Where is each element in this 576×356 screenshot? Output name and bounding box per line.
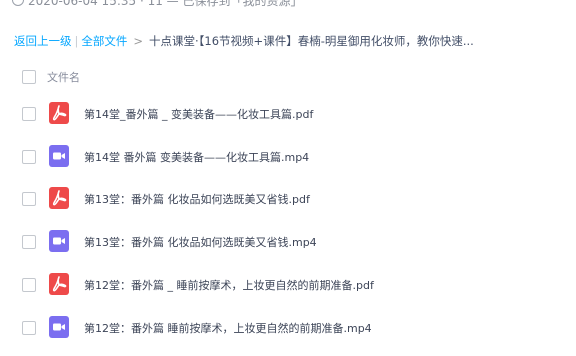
- breadcrumb: 返回上一级 | 全部文件 > 十点课堂·【16节视频+课件】春楠-明星御用化妆师，教你快…: [14, 33, 574, 49]
- file-checkbox[interactable]: [22, 320, 36, 335]
- file-row[interactable]: 第14堂_番外篇 _ 变美装备——化妆工具篇.pdf: [0, 92, 576, 134]
- file-name[interactable]: 第14堂_番外篇 _ 变美装备——化妆工具篇.pdf: [84, 106, 313, 122]
- pdf-file-icon: [49, 187, 69, 210]
- video-file-icon: [49, 144, 69, 167]
- file-name[interactable]: 第14堂 番外篇 变美装备——化妆工具篇.mp4: [84, 149, 309, 165]
- video-file-icon: [49, 315, 69, 338]
- file-checkbox[interactable]: [22, 277, 36, 292]
- breadcrumb-separator: |: [74, 34, 79, 48]
- list-header: 文件名: [0, 64, 576, 88]
- video-file-icon: [49, 230, 69, 253]
- top-info-text: 2020-06-04 15:35 · 11 — 已保存到「我的资源」: [28, 0, 303, 8]
- file-row[interactable]: 第13堂：番外篇 化妆品如何选既美又省钱.mp4: [0, 220, 576, 262]
- top-status-bar: 2020-06-04 15:35 · 11 — 已保存到「我的资源」: [0, 0, 576, 9]
- clock-icon: [12, 0, 24, 6]
- breadcrumb-arrow: >: [133, 34, 144, 48]
- file-checkbox[interactable]: [22, 235, 36, 250]
- file-name[interactable]: 第13堂：番外篇 化妆品如何选既美又省钱.mp4: [84, 234, 317, 250]
- file-checkbox[interactable]: [22, 149, 36, 164]
- pdf-file-icon: [49, 102, 69, 124]
- back-link[interactable]: 返回上一级: [14, 34, 72, 48]
- file-name[interactable]: 第13堂：番外篇 化妆品如何选既美又省钱.pdf: [84, 191, 310, 207]
- select-all-checkbox[interactable]: [22, 70, 36, 84]
- file-row[interactable]: 第14堂 番外篇 变美装备——化妆工具篇.mp4: [0, 135, 576, 177]
- current-folder-name: 十点课堂·【16节视频+课件】春楠-明星御用化妆师，教你快速...: [149, 34, 474, 48]
- file-checkbox[interactable]: [22, 107, 36, 121]
- file-name[interactable]: 第12堂：番外篇 _ 睡前按摩术，上妆更自然的前期准备.pdf: [84, 277, 374, 293]
- file-checkbox[interactable]: [22, 192, 36, 207]
- file-row[interactable]: 第12堂：番外篇 睡前按摩术，上妆更自然的前期准备.mp4: [0, 306, 576, 348]
- pdf-file-icon: [49, 272, 69, 295]
- filename-column-header: 文件名: [47, 71, 80, 84]
- all-files-link[interactable]: 全部文件: [81, 34, 127, 48]
- file-name[interactable]: 第12堂：番外篇 睡前按摩术，上妆更自然的前期准备.mp4: [84, 320, 372, 336]
- file-row[interactable]: 第12堂：番外篇 _ 睡前按摩术，上妆更自然的前期准备.pdf: [0, 263, 576, 305]
- file-row[interactable]: 第13堂：番外篇 化妆品如何选既美又省钱.pdf: [0, 177, 576, 219]
